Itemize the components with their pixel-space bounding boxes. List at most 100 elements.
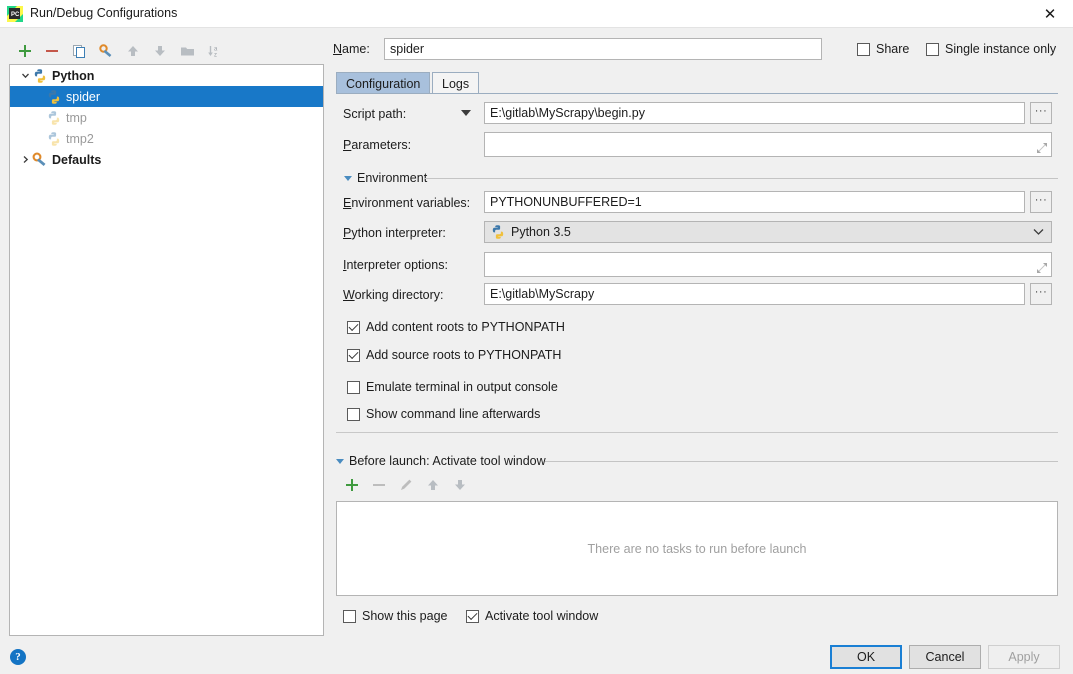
python-interpreter-value: Python 3.5 (511, 225, 571, 239)
parameters-input[interactable] (484, 132, 1052, 157)
tab-label: Configuration (346, 76, 421, 91)
tab-bar: Configuration Logs (336, 72, 1056, 94)
arrow-down-icon (153, 44, 167, 58)
tab-underline (336, 93, 1058, 94)
environment-variables-input[interactable]: PYTHONUNBUFFERED=1 (484, 191, 1025, 213)
share-checkbox[interactable]: Share (857, 42, 909, 56)
single-instance-only-checkbox[interactable]: Single instance only (926, 42, 1056, 56)
minus-icon (45, 44, 59, 58)
wrench-icon (98, 43, 114, 59)
expand-editor-icon[interactable] (1037, 263, 1047, 273)
before-launch-tasks-panel[interactable]: There are no tasks to run before launch (336, 501, 1058, 596)
svg-text:z: z (214, 53, 217, 59)
python-interpreter-combobox[interactable]: Python 3.5 (484, 221, 1052, 243)
remove-configuration-button[interactable] (39, 38, 65, 64)
run-debug-configurations-dialog: PC Run/Debug Configurations ✕ a z Python… (0, 0, 1073, 674)
working-directory-value: E:\gitlab\MyScrapy (490, 287, 595, 301)
checkbox-box (343, 609, 356, 623)
title-bar: PC Run/Debug Configurations ✕ (0, 0, 1073, 28)
show-command-line-checkbox[interactable]: Show command line afterwards (347, 407, 540, 421)
chevron-down-icon[interactable] (18, 71, 32, 80)
working-directory-browse-button[interactable]: ··· (1030, 283, 1052, 305)
help-glyph: ? (15, 651, 21, 663)
copy-configuration-button[interactable] (66, 38, 92, 64)
move-up-button[interactable] (120, 38, 146, 64)
checkbox-box (857, 42, 870, 56)
name-input[interactable] (384, 38, 822, 60)
tree-item-tmp[interactable]: tmp (10, 107, 323, 128)
tree-item-label: tmp2 (66, 131, 94, 146)
script-path-dropdown-icon[interactable] (461, 110, 471, 116)
add-content-roots-checkbox[interactable]: Add content roots to PYTHONPATH (347, 320, 565, 334)
move-task-down-button[interactable] (446, 473, 474, 497)
section-divider (545, 461, 1058, 462)
cancel-button[interactable]: Cancel (909, 645, 981, 669)
environment-variables-browse-button[interactable]: ··· (1030, 191, 1052, 213)
script-path-browse-button[interactable]: ··· (1030, 102, 1052, 124)
new-folder-button[interactable] (174, 38, 200, 64)
environment-section-header[interactable]: Environment (344, 171, 427, 185)
move-task-up-button[interactable] (419, 473, 447, 497)
ok-label: OK (856, 650, 876, 664)
wrench-icon (32, 152, 48, 168)
add-task-button[interactable] (338, 473, 366, 497)
arrow-up-icon (426, 478, 440, 492)
interpreter-options-input[interactable] (484, 252, 1052, 277)
script-path-input[interactable]: E:\gitlab\MyScrapy\begin.py (484, 102, 1025, 124)
chevron-right-icon[interactable] (18, 155, 32, 164)
triangle-down-icon (336, 458, 344, 464)
show-this-page-checkbox[interactable]: Show this page (343, 609, 447, 623)
close-icon: ✕ (1043, 4, 1057, 23)
checkbox-box (347, 320, 360, 334)
cancel-label: Cancel (925, 650, 965, 664)
edit-task-button[interactable] (392, 473, 420, 497)
sort-alphabetically-button[interactable]: a z (201, 38, 227, 64)
checkbox-box (466, 609, 479, 623)
before-launch-label: Before launch: Activate tool window (349, 454, 546, 468)
add-configuration-button[interactable] (12, 38, 38, 64)
emulate-terminal-checkbox[interactable]: Emulate terminal in output console (347, 380, 558, 394)
tab-configuration[interactable]: Configuration (336, 72, 431, 94)
working-directory-input[interactable]: E:\gitlab\MyScrapy (484, 283, 1025, 305)
ok-button[interactable]: OK (830, 645, 902, 669)
python-interpreter-label: Python interpreter: (343, 226, 446, 240)
expand-editor-icon[interactable] (1037, 143, 1047, 153)
python-icon (32, 68, 48, 84)
activate-tool-window-checkbox[interactable]: Activate tool window (466, 609, 598, 623)
pycharm-logo-icon: PC (7, 6, 23, 22)
configurations-tree[interactable]: Python spider tmp tmp2 Defaults (9, 64, 324, 636)
arrow-down-icon (453, 478, 467, 492)
add-source-roots-checkbox[interactable]: Add source roots to PYTHONPATH (347, 348, 561, 362)
configurations-toolbar: a z (6, 38, 324, 64)
tree-item-label: Python (52, 68, 95, 83)
checkbox-box (347, 348, 360, 362)
tree-item-label: spider (66, 89, 101, 104)
remove-task-button[interactable] (365, 473, 393, 497)
checkbox-box (347, 380, 360, 394)
help-icon[interactable]: ? (10, 649, 26, 665)
close-window-button[interactable]: ✕ (1027, 0, 1073, 28)
python-icon (490, 224, 506, 240)
environment-variables-label: Environment variables: (343, 196, 471, 210)
interpreter-options-label: Interpreter options: (343, 258, 448, 272)
edit-defaults-button[interactable] (93, 38, 119, 64)
arrow-up-icon (126, 44, 140, 58)
share-label: Share (876, 42, 910, 56)
before-launch-section-header[interactable]: Before launch: Activate tool window (336, 454, 546, 468)
tree-item-tmp2[interactable]: tmp2 (10, 128, 323, 149)
move-down-button[interactable] (147, 38, 173, 64)
tab-logs[interactable]: Logs (432, 72, 480, 94)
add-source-roots-label: Add source roots to PYTHONPATH (366, 348, 562, 362)
python-icon (46, 89, 62, 105)
apply-button[interactable]: Apply (988, 645, 1060, 669)
before-launch-toolbar (338, 473, 538, 497)
tree-item-defaults[interactable]: Defaults (10, 149, 323, 170)
tree-item-spider[interactable]: spider (10, 86, 323, 107)
show-this-page-label: Show this page (362, 609, 448, 623)
svg-text:PC: PC (11, 12, 20, 18)
tab-label: Logs (442, 76, 470, 91)
tree-item-python[interactable]: Python (10, 65, 323, 86)
tree-item-label: Defaults (52, 152, 102, 167)
emulate-terminal-label: Emulate terminal in output console (366, 380, 558, 394)
sort-az-icon: a z (207, 44, 222, 58)
